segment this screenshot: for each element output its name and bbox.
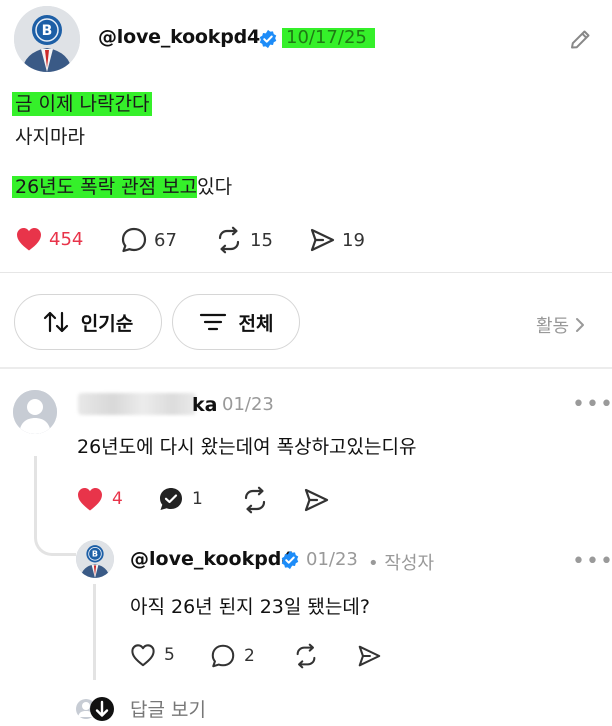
section-divider <box>0 367 612 369</box>
view-replies-avatars[interactable] <box>74 696 118 722</box>
send-icon <box>310 228 335 252</box>
chevron-right-icon <box>576 318 585 332</box>
heart-filled-icon <box>17 228 41 251</box>
filter-lines-icon <box>199 313 226 331</box>
repost-icon[interactable] <box>292 643 320 669</box>
share-button[interactable]: 19 <box>308 226 365 254</box>
reply-date: 01/23 <box>306 549 358 570</box>
edit-pencil-icon[interactable] <box>566 26 594 54</box>
comment-like-count: 4 <box>112 489 123 509</box>
post-username[interactable]: @love_kookpd4 <box>98 26 260 48</box>
comment-button[interactable]: 67 <box>120 226 177 254</box>
like-count: 454 <box>49 228 84 250</box>
reply-comment-count: 2 <box>244 646 255 666</box>
reply-like-count: 5 <box>164 645 175 665</box>
more-options-icon[interactable]: ••• <box>572 549 612 574</box>
heart-outline-icon <box>131 644 155 667</box>
author-avatar[interactable]: B <box>14 6 80 72</box>
svg-text:B: B <box>42 23 53 39</box>
post-text-line-3: 26년도 폭락 관점 보고있다 <box>12 174 232 200</box>
share-count: 19 <box>342 229 365 251</box>
divider <box>0 272 612 273</box>
comment-like-button[interactable]: 4 <box>76 486 123 512</box>
commenter-username-partial[interactable]: ka <box>192 394 217 416</box>
svg-text:B: B <box>92 550 98 559</box>
post-date: 10/17/25 <box>282 28 375 48</box>
activity-label: 활동 <box>536 316 570 337</box>
send-icon[interactable] <box>302 486 330 514</box>
sort-label: 인기순 <box>80 312 134 335</box>
send-icon[interactable] <box>356 643 382 669</box>
repost-button[interactable]: 15 <box>214 226 273 254</box>
post-text-line-1: 금 이제 나락간다 <box>12 92 153 116</box>
verified-badge-icon <box>259 29 277 49</box>
blurred-username <box>78 393 196 415</box>
verified-badge-icon <box>281 550 299 570</box>
post-text-line-3-rest: 있다 <box>197 176 233 198</box>
repost-icon[interactable] <box>240 486 270 514</box>
comment-count: 67 <box>154 229 177 251</box>
comment-date: 01/23 <box>222 394 274 415</box>
heart-filled-icon <box>78 488 102 511</box>
thread-connector <box>34 520 76 556</box>
reply-like-button[interactable]: 5 <box>130 643 175 667</box>
more-options-icon[interactable]: ••• <box>572 392 612 417</box>
view-replies-link[interactable]: 답글 보기 <box>130 695 206 722</box>
like-button[interactable]: 454 <box>15 226 83 252</box>
reply-text: 아직 26년 된지 23일 됐는데? <box>130 596 370 618</box>
repost-icon <box>218 226 240 254</box>
comment-text: 26년도에 다시 왔는데여 폭상하고있는디유 <box>77 436 417 458</box>
author-tag: • 작성자 <box>368 553 435 574</box>
sort-popular-button[interactable]: 인기순 <box>14 294 162 350</box>
reply-username[interactable]: @love_kookpd4 <box>130 548 295 570</box>
comment-replied-icon <box>160 488 182 510</box>
repost-count: 15 <box>250 229 273 251</box>
post-text-line-3-highlight: 26년도 폭락 관점 보고 <box>12 176 198 198</box>
comment-bubble-icon <box>121 227 147 253</box>
comment-bubble-icon <box>211 644 235 668</box>
comment-reply-count: 1 <box>192 489 203 509</box>
comment-reply-button[interactable]: 1 <box>158 486 203 512</box>
reply-author-avatar[interactable]: B <box>76 540 114 578</box>
sort-arrows-icon <box>43 311 68 333</box>
reply-comment-button[interactable]: 2 <box>210 643 255 669</box>
post-text-line-2: 사지마라 <box>15 126 85 148</box>
filter-label: 전체 <box>238 312 274 335</box>
filter-all-button[interactable]: 전체 <box>172 294 300 350</box>
commenter-avatar[interactable] <box>13 390 57 434</box>
activity-link[interactable]: 활동 <box>536 312 585 338</box>
thread-line <box>93 584 96 680</box>
